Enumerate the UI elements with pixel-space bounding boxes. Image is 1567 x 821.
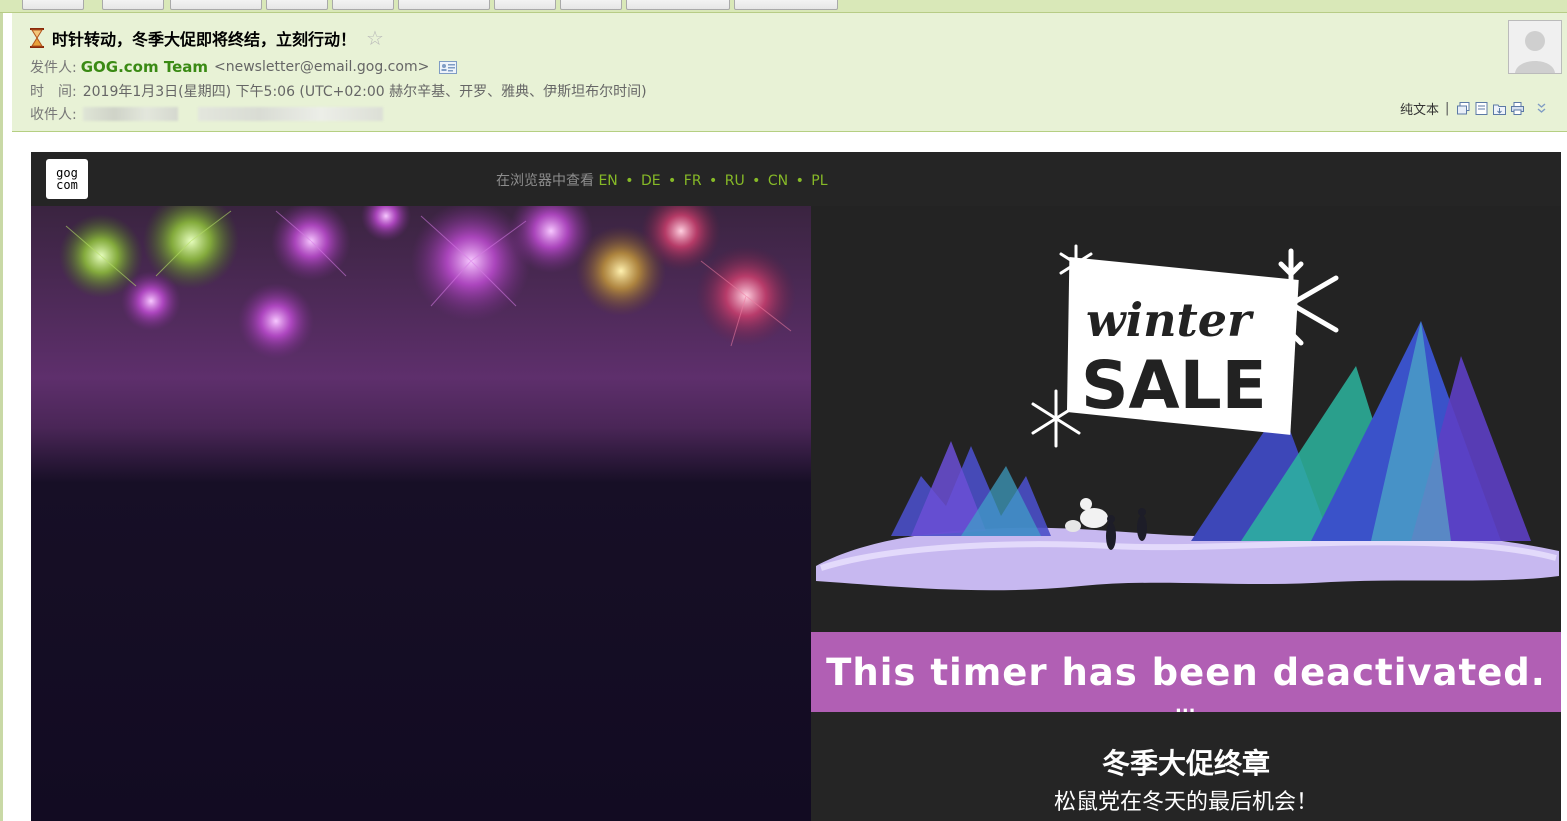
plaintext-link[interactable]: 纯文本 xyxy=(1400,99,1439,118)
new-window-icon[interactable] xyxy=(1457,102,1470,115)
lang-link-cn[interactable]: CN xyxy=(768,173,788,189)
sender-email: <newsletter@email.gog.com> xyxy=(214,59,430,75)
time-label: 时 间: xyxy=(30,84,77,100)
right-margin xyxy=(1561,152,1567,821)
lang-link-pl[interactable]: PL xyxy=(811,173,827,189)
winter-sale-banner-image[interactable]: winter SALE xyxy=(811,206,1561,632)
avatar-placeholder-icon xyxy=(1509,21,1561,73)
gog-logo[interactable]: gog com xyxy=(46,159,88,199)
save-folder-icon[interactable] xyxy=(1493,102,1507,115)
timer-text: This timer has been deactivated. xyxy=(826,650,1546,694)
hourglass-icon xyxy=(30,28,44,48)
toolbar-button[interactable] xyxy=(102,0,164,10)
time-row: 时 间: 2019年1月3日(星期四) 下午5:06 (UTC+02:00 赫尔… xyxy=(30,81,647,101)
mail-header: 时针转动，冬季大促即将终结，立刻行动！ ☆ 发件人: GOG.com Team … xyxy=(12,13,1567,132)
recipient-row: 收件人: xyxy=(30,104,383,124)
gog-logo-text: gog com xyxy=(56,166,78,192)
redacted-recipient xyxy=(82,107,178,121)
toolbar-button[interactable] xyxy=(560,0,622,10)
fireworks-hero-image[interactable] xyxy=(31,206,811,821)
promo-title: 冬季大促终章 xyxy=(1101,747,1270,780)
language-bar: 在浏览器中查看 EN • DE • FR • RU • CN • PL xyxy=(496,173,828,189)
chevron-down-icon[interactable] xyxy=(1535,102,1548,115)
sale-word: SALE xyxy=(1081,347,1267,424)
sender-row: 发件人: GOG.com Team <newsletter@email.gog.… xyxy=(30,57,458,77)
timer-ellipsis: ... xyxy=(1175,696,1196,717)
view-in-browser-label: 在浏览器中查看 xyxy=(496,173,594,189)
avatar xyxy=(1508,20,1562,74)
time-value: 2019年1月3日(星期四) 下午5:06 (UTC+02:00 赫尔辛基、开罗… xyxy=(82,84,647,100)
left-border xyxy=(0,0,3,821)
toolbar-button[interactable] xyxy=(332,0,394,10)
document-icon[interactable] xyxy=(1475,102,1488,115)
toolbar-button[interactable] xyxy=(494,0,556,10)
redacted-recipient xyxy=(197,107,383,121)
toolbar-button[interactable] xyxy=(626,0,730,10)
winter-word: winter xyxy=(1086,293,1255,347)
toolbar-button[interactable] xyxy=(22,0,84,10)
lang-link-en[interactable]: EN xyxy=(598,173,617,189)
lang-link-de[interactable]: DE xyxy=(641,173,661,189)
lang-link-fr[interactable]: FR xyxy=(684,173,702,189)
contact-card-icon[interactable] xyxy=(439,60,458,74)
view-options: 纯文本 | xyxy=(1400,99,1553,118)
separator: | xyxy=(1445,101,1450,116)
print-icon[interactable] xyxy=(1511,102,1525,115)
star-icon[interactable]: ☆ xyxy=(366,28,384,48)
mail-toolbar xyxy=(0,0,1567,13)
toolbar-button[interactable] xyxy=(266,0,328,10)
email-subject: 时针转动，冬季大促即将终结，立刻行动！ xyxy=(52,30,357,49)
toolbar-button[interactable] xyxy=(734,0,838,10)
email-body: gog com 在浏览器中查看 EN • DE • FR • RU • CN •… xyxy=(31,152,1561,821)
promo-subtitle: 松鼠党在冬天的最后机会！ xyxy=(1053,790,1318,815)
toolbar-button[interactable] xyxy=(398,0,490,10)
subject-row: 时针转动，冬季大促即将终结，立刻行动！ ☆ xyxy=(30,26,384,50)
toolbar-button[interactable] xyxy=(170,0,262,10)
to-label: 收件人: xyxy=(30,107,77,123)
sender-name[interactable]: GOG.com Team xyxy=(81,58,208,76)
lang-link-ru[interactable]: RU xyxy=(725,173,745,189)
from-label: 发件人: xyxy=(30,60,77,76)
